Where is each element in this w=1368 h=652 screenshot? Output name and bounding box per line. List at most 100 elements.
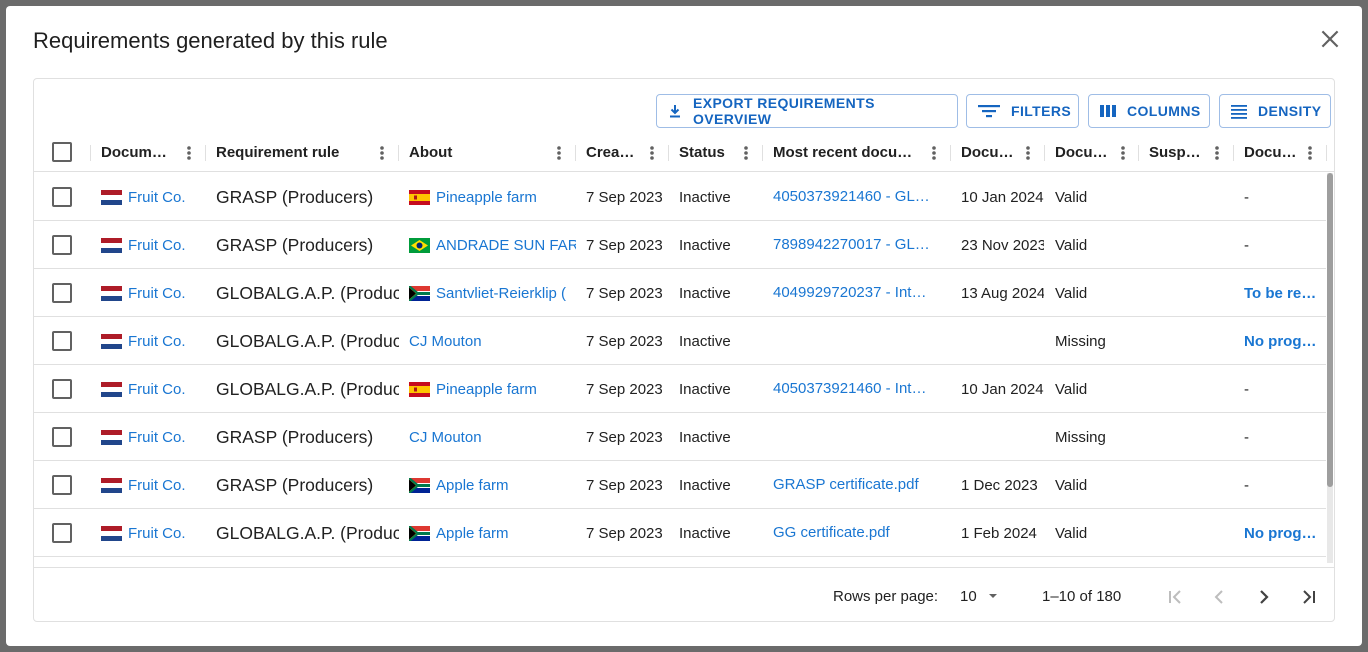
column-header-about[interactable]: About xyxy=(409,133,539,172)
document-owner-link[interactable]: Fruit Co. xyxy=(128,189,186,206)
column-menu-icon[interactable] xyxy=(374,133,390,172)
row-checkbox[interactable] xyxy=(52,187,72,207)
about-cell[interactable]: CJ Mouton xyxy=(409,317,576,365)
column-header-most-recent-document[interactable]: Most recent docu… xyxy=(773,133,915,172)
table-row[interactable]: Fruit Co. GRASP (Producers) Apple farm 7 Se… xyxy=(34,461,1326,509)
column-header-document-status[interactable]: Docu… xyxy=(1055,133,1107,172)
table-row[interactable]: Fruit Co. GRASP (Producers) ANDRADE SUN FA… xyxy=(34,221,1326,269)
document-progress-cell[interactable]: No prog… xyxy=(1244,509,1326,557)
column-header-document-date[interactable]: Docu… xyxy=(961,133,1013,172)
column-header-status[interactable]: Status xyxy=(679,133,739,172)
about-link[interactable]: Pineapple farm xyxy=(436,189,537,206)
column-menu-icon[interactable] xyxy=(1020,133,1036,172)
created-cell: 7 Sep 2023 xyxy=(586,380,663,398)
about-cell[interactable]: Santvliet-Reierklip ( xyxy=(409,269,576,317)
row-checkbox[interactable] xyxy=(52,283,72,303)
about-link[interactable]: Pineapple farm xyxy=(436,381,537,398)
column-menu-icon[interactable] xyxy=(738,133,754,172)
row-checkbox[interactable] xyxy=(52,331,72,351)
most-recent-document-cell[interactable]: 7898942270017 - GL… xyxy=(773,221,943,269)
document-owner-link[interactable]: Fruit Co. xyxy=(128,429,186,446)
most-recent-document-cell[interactable]: GG certificate.pdf xyxy=(773,509,943,557)
document-owner-link[interactable]: Fruit Co. xyxy=(128,285,186,302)
most-recent-document-cell[interactable] xyxy=(773,413,943,461)
table-row[interactable]: Fruit Co. GLOBALG.A.P. (Produc CJ Mouton 7 … xyxy=(34,317,1326,365)
most-recent-document-cell[interactable]: GRASP certificate.pdf xyxy=(773,461,943,509)
column-header-suspended[interactable]: Susp… xyxy=(1149,133,1201,172)
column-menu-icon[interactable] xyxy=(644,133,660,172)
chevron-left-icon[interactable] xyxy=(1207,585,1231,609)
row-checkbox[interactable] xyxy=(52,235,72,255)
column-header-document[interactable]: Docum… xyxy=(101,133,179,172)
column-header-document-progress[interactable]: Docu… xyxy=(1244,133,1296,172)
document-progress-cell[interactable]: To be re… xyxy=(1244,269,1326,317)
document-owner-link[interactable]: Fruit Co. xyxy=(128,525,186,542)
about-link[interactable]: Apple farm xyxy=(436,525,509,542)
table-row[interactable]: Fruit Co. GRASP (Producers) CJ Mouton 7 Sep… xyxy=(34,413,1326,461)
document-owner-link[interactable]: Fruit Co. xyxy=(128,333,186,350)
scrollbar-thumb[interactable] xyxy=(1327,173,1333,487)
most-recent-document-link[interactable]: 4050373921460 - GL… xyxy=(773,173,930,221)
first-page-icon[interactable] xyxy=(1163,585,1187,609)
document-owner-link[interactable]: Fruit Co. xyxy=(128,381,186,398)
column-header-requirement-rule[interactable]: Requirement rule xyxy=(216,133,366,172)
last-page-icon[interactable] xyxy=(1297,585,1321,609)
document-owner-cell[interactable]: Fruit Co. xyxy=(101,269,201,317)
column-menu-icon[interactable] xyxy=(1302,133,1318,172)
column-header-created[interactable]: Crea… xyxy=(586,133,640,172)
document-owner-link[interactable]: Fruit Co. xyxy=(128,237,186,254)
about-cell[interactable]: Apple farm xyxy=(409,509,576,557)
about-link[interactable]: Santvliet-Reierklip ( xyxy=(436,285,566,302)
most-recent-document-cell[interactable]: 4049929720237 - Int… xyxy=(773,269,943,317)
about-cell[interactable]: Pineapple farm xyxy=(409,365,576,413)
about-link[interactable]: ANDRADE SUN FAR xyxy=(436,237,576,254)
chevron-right-icon[interactable] xyxy=(1252,585,1276,609)
columns-button[interactable]: COLUMNS xyxy=(1088,94,1210,128)
document-owner-cell[interactable]: Fruit Co. xyxy=(101,413,201,461)
document-owner-cell[interactable]: Fruit Co. xyxy=(101,317,201,365)
table-row[interactable]: Fruit Co. GRASP (Producers) Pineapple farm… xyxy=(34,173,1326,221)
column-menu-icon[interactable] xyxy=(926,133,942,172)
about-cell[interactable]: ANDRADE SUN FAR xyxy=(409,221,576,269)
density-button[interactable]: DENSITY xyxy=(1219,94,1331,128)
most-recent-document-link[interactable]: 4049929720237 - Int… xyxy=(773,269,926,317)
column-menu-icon[interactable] xyxy=(1209,133,1225,172)
about-link[interactable]: Apple farm xyxy=(436,477,509,494)
most-recent-document-cell[interactable]: 4050373921460 - Int… xyxy=(773,365,943,413)
rows-per-page-select[interactable]: 10 xyxy=(960,568,1003,621)
document-owner-link[interactable]: Fruit Co. xyxy=(128,477,186,494)
close-icon[interactable] xyxy=(1317,26,1343,52)
most-recent-document-link[interactable]: 7898942270017 - GL… xyxy=(773,221,930,269)
row-checkbox[interactable] xyxy=(52,379,72,399)
table-row[interactable]: Fruit Co. GLOBALG.A.P. (Produc Pineapple f… xyxy=(34,365,1326,413)
most-recent-document-link[interactable]: GG certificate.pdf xyxy=(773,509,890,557)
row-checkbox[interactable] xyxy=(52,523,72,543)
vertical-scrollbar[interactable] xyxy=(1327,173,1333,563)
document-owner-cell[interactable]: Fruit Co. xyxy=(101,173,201,221)
most-recent-document-cell[interactable]: 4050373921460 - GL… xyxy=(773,173,943,221)
about-cell[interactable]: CJ Mouton xyxy=(409,413,576,461)
most-recent-document-link[interactable]: GRASP certificate.pdf xyxy=(773,461,919,509)
filters-button[interactable]: FILTERS xyxy=(966,94,1079,128)
most-recent-document-link[interactable]: 4050373921460 - Int… xyxy=(773,365,926,413)
row-checkbox[interactable] xyxy=(52,475,72,495)
about-cell[interactable]: Pineapple farm xyxy=(409,173,576,221)
table-row[interactable]: Fruit Co. GLOBALG.A.P. (Produc Santvliet-R… xyxy=(34,269,1326,317)
column-menu-icon[interactable] xyxy=(551,133,567,172)
about-link[interactable]: CJ Mouton xyxy=(409,333,482,350)
export-button[interactable]: EXPORT REQUIREMENTS OVERVIEW xyxy=(656,94,958,128)
document-owner-cell[interactable]: Fruit Co. xyxy=(101,461,201,509)
document-progress-cell[interactable]: No prog… xyxy=(1244,317,1326,365)
table-row[interactable]: Fruit Co. GLOBALG.A.P. (Produc Apple farm 7… xyxy=(34,509,1326,557)
document-owner-cell[interactable]: Fruit Co. xyxy=(101,365,201,413)
column-menu-icon[interactable] xyxy=(181,133,197,172)
select-all-checkbox[interactable] xyxy=(52,142,72,162)
most-recent-document-cell[interactable] xyxy=(773,317,943,365)
row-checkbox[interactable] xyxy=(52,427,72,447)
column-menu-icon[interactable] xyxy=(1115,133,1131,172)
document-owner-cell[interactable]: Fruit Co. xyxy=(101,509,201,557)
flag-nl-icon xyxy=(101,237,122,253)
about-cell[interactable]: Apple farm xyxy=(409,461,576,509)
about-link[interactable]: CJ Mouton xyxy=(409,429,482,446)
document-owner-cell[interactable]: Fruit Co. xyxy=(101,221,201,269)
